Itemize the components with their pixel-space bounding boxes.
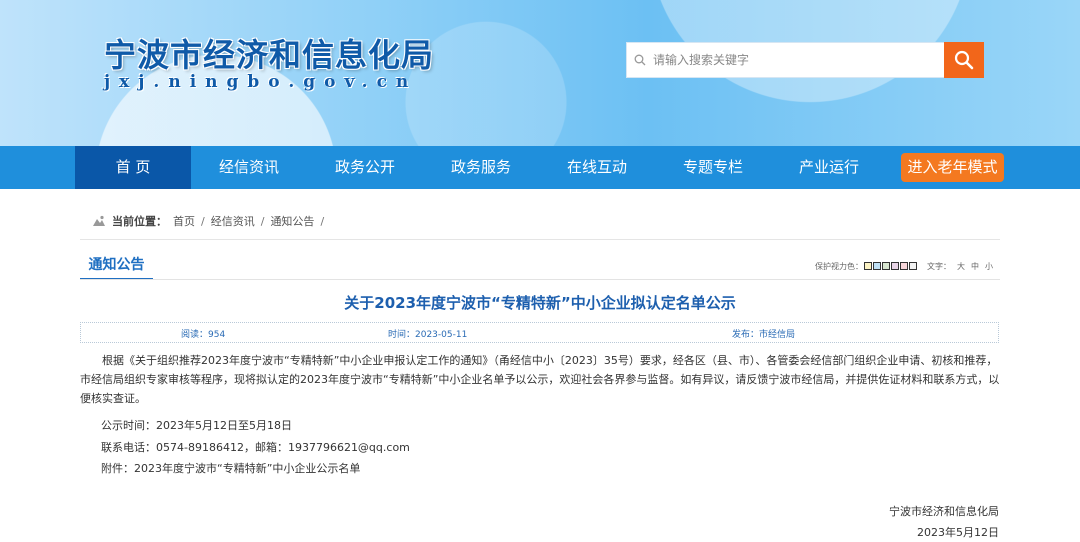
contact-info: 联系电话：0574-89186412，邮箱：1937796621@qq.com <box>101 441 410 454</box>
eye-care-label: 保护视力色： <box>815 261 863 271</box>
breadcrumb-home[interactable]: 首页 <box>173 213 195 229</box>
eye-care-swatch[interactable] <box>909 262 917 270</box>
eye-care-swatch[interactable] <box>882 262 890 270</box>
breadcrumb-news[interactable]: 经信资讯 <box>211 213 255 229</box>
notice-period: 公示时间：2023年5月12日至5月18日 <box>101 419 292 432</box>
nav-item-gov-service[interactable]: 政务服务 <box>423 146 539 189</box>
breadcrumb-separator: / <box>201 214 205 228</box>
font-size-large[interactable]: 大 <box>957 261 965 272</box>
main-nav: 首 页 经信资讯 政务公开 政务服务 在线互动 专题专栏 产业运行 进入老年模式 <box>0 146 1080 189</box>
breadcrumb-divider <box>80 239 1000 240</box>
location-icon <box>93 215 105 226</box>
article-meta: 阅读：954 时间：2023-05-11 发布：市经信局 <box>80 322 999 343</box>
search-button[interactable] <box>944 42 984 78</box>
publisher: 发布：市经信局 <box>732 330 796 340</box>
font-size-small[interactable]: 小 <box>985 261 993 272</box>
nav-item-gov-open[interactable]: 政务公开 <box>307 146 423 189</box>
search-box <box>626 42 984 78</box>
eye-care-swatch[interactable] <box>891 262 899 270</box>
search-input[interactable] <box>653 43 944 77</box>
section-divider <box>80 279 1000 280</box>
search-input-icon <box>627 43 653 77</box>
font-size-label: 文字： <box>927 261 951 271</box>
read-count: 阅读：954 <box>181 330 226 340</box>
article-paragraph: 根据《关于组织推荐2023年度宁波市“专精特新”中小企业申报认定工作的通知》（甬… <box>80 354 1000 405</box>
signature: 宁波市经济和信息化局 <box>889 505 999 518</box>
section-tab-notices[interactable]: 通知公告 <box>80 254 153 280</box>
nav-item-topics[interactable]: 专题专栏 <box>655 146 771 189</box>
breadcrumb-separator: / <box>260 214 265 228</box>
eye-care-swatch[interactable] <box>900 262 908 270</box>
elder-mode-button[interactable]: 进入老年模式 <box>901 153 1004 182</box>
header-banner: 宁波市经济和信息化局 jxj.ningbo.gov.cn <box>0 0 1080 146</box>
eye-care-swatch[interactable] <box>864 262 872 270</box>
site-title[interactable]: 宁波市经济和信息化局 <box>104 30 434 76</box>
attachment-link[interactable]: 附件：2023年度宁波市“专精特新”中小企业公示名单 <box>101 460 360 476</box>
font-size-medium[interactable]: 中 <box>971 261 979 272</box>
breadcrumb-label: 当前位置： <box>112 215 167 228</box>
signature-date: 2023年5月12日 <box>917 526 999 539</box>
nav-item-industry[interactable]: 产业运行 <box>771 146 887 189</box>
nav-item-news[interactable]: 经信资讯 <box>191 146 307 189</box>
reading-tools: 保护视力色： 文字： 大 中 小 <box>815 260 993 272</box>
breadcrumb-separator: / <box>320 214 325 228</box>
search-icon <box>954 50 974 70</box>
nav-items: 首 页 经信资讯 政务公开 政务服务 在线互动 专题专栏 产业运行 <box>75 146 887 189</box>
article-title: 关于2023年度宁波市“专精特新”中小企业拟认定名单公示 <box>344 294 736 312</box>
nav-item-home[interactable]: 首 页 <box>75 146 191 189</box>
breadcrumb-notices[interactable]: 通知公告 <box>270 213 314 229</box>
breadcrumb: 当前位置： 首页 / 经信资讯 / 通知公告 / <box>92 212 330 230</box>
nav-item-interaction[interactable]: 在线互动 <box>539 146 655 189</box>
site-domain: jxj.ningbo.gov.cn <box>104 72 418 92</box>
eye-care-swatch[interactable] <box>873 262 881 270</box>
article-body: 根据《关于组织推荐2023年度宁波市“专精特新”中小企业申报认定工作的通知》（甬… <box>80 351 1000 408</box>
publish-time: 时间：2023-05-11 <box>388 330 468 340</box>
